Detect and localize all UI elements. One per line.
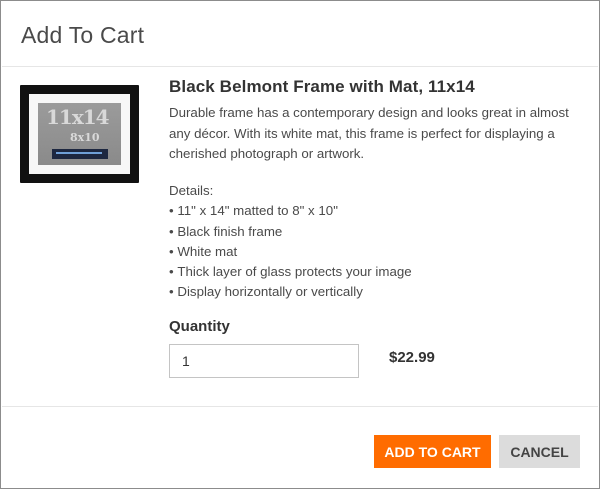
details-list: 11" x 14" matted to 8" x 10" Black finis… xyxy=(169,201,581,302)
quantity-label: Quantity xyxy=(169,318,230,335)
insert-size-large: 11x14 xyxy=(46,105,110,129)
header-divider xyxy=(2,66,598,67)
quantity-input[interactable] xyxy=(169,344,359,378)
details-item: Thick layer of glass protects your image xyxy=(169,262,581,282)
add-to-cart-button[interactable]: ADD TO CART xyxy=(374,435,491,468)
price: $22.99 xyxy=(389,349,435,366)
insert-size-small: 8x10 xyxy=(70,131,100,144)
product-image: 11x14 8x10 xyxy=(20,85,139,183)
dialog-title: Add To Cart xyxy=(21,22,145,48)
details-item: White mat xyxy=(169,242,581,262)
details-heading: Details: xyxy=(169,183,214,198)
frame-insert-photo: 11x14 8x10 xyxy=(38,103,121,165)
details-item: Display horizontally or vertically xyxy=(169,282,581,302)
details-item: 11" x 14" matted to 8" x 10" xyxy=(169,201,581,221)
add-to-cart-dialog: Add To Cart 11x14 8x10 Black Belmont Fra… xyxy=(0,0,600,489)
footer-divider xyxy=(2,406,598,407)
insert-label-line xyxy=(56,152,102,154)
product-name: Black Belmont Frame with Mat, 11x14 xyxy=(169,77,475,96)
product-description: Durable frame has a contemporary design … xyxy=(169,105,569,161)
cancel-button[interactable]: CANCEL xyxy=(499,435,580,468)
product-details: Details: 11" x 14" matted to 8" x 10" Bl… xyxy=(169,181,581,303)
details-item: Black finish frame xyxy=(169,222,581,242)
insert-label-stripe xyxy=(52,149,108,159)
frame-mat: 11x14 8x10 xyxy=(29,94,130,174)
